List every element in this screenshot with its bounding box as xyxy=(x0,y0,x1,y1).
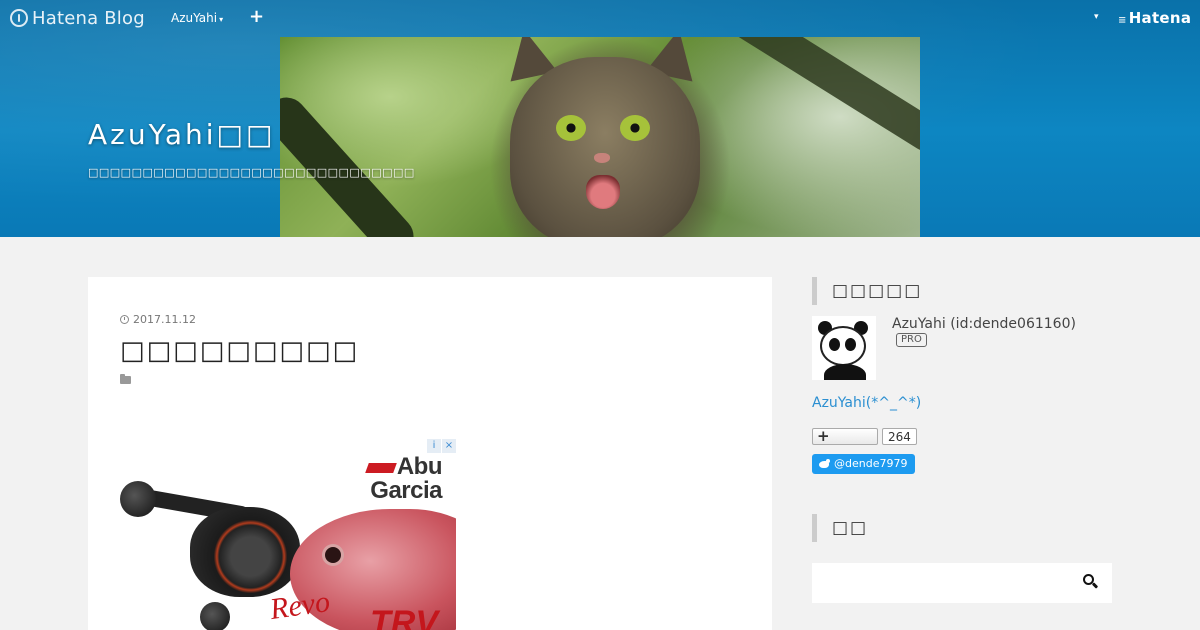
image-branch xyxy=(280,89,422,237)
search-icon-handle xyxy=(1091,582,1099,589)
hatena-brand-link[interactable]: ≡ Hatena xyxy=(1118,9,1191,27)
article-entry: 2017.11.12 □□□□□□□□□ Abu Garcia Revo TRV… xyxy=(88,277,772,630)
panda-body xyxy=(824,364,866,380)
ad-info-icon[interactable]: i xyxy=(427,439,441,453)
sidebar: □□□□□ AzuYahi (id:dende061160) PRO AzuYa… xyxy=(812,277,1112,603)
search-module: □□ xyxy=(812,514,1112,603)
blog-description: □□□□□□□□□□□□□□□□□□□□□□□□□□□□□□ xyxy=(88,166,415,179)
pro-badge[interactable]: PRO xyxy=(896,333,927,347)
blog-header: Hatena Blog AzuYahi ▾ + ▾ ≡ Hatena AzuYahi… xyxy=(0,0,1200,237)
ad-brand-line2: Garcia xyxy=(370,477,442,504)
logo-text: Hatena Blog xyxy=(32,7,145,29)
avatar[interactable] xyxy=(812,316,876,380)
brand-stripe xyxy=(365,462,397,473)
user-menu-label: AzuYahi xyxy=(171,11,218,25)
cat-eye xyxy=(556,115,586,141)
chevron-down-icon: ▾ xyxy=(219,15,224,24)
ad-controls: i × xyxy=(427,439,456,453)
hatena-logo-icon xyxy=(10,9,28,27)
ad-close-icon[interactable]: × xyxy=(442,439,456,453)
reel-knob xyxy=(120,481,156,517)
twitter-follow-button[interactable]: @dende7979 xyxy=(812,454,916,474)
reel-knob xyxy=(200,602,230,630)
search-button[interactable] xyxy=(1082,573,1102,593)
follow-widget: + 264 xyxy=(812,427,917,445)
chevron-down-icon[interactable]: ▾ xyxy=(1094,12,1099,22)
reel-body xyxy=(190,507,300,597)
profile-name[interactable]: AzuYahi (id:dende061160) xyxy=(892,316,1076,332)
ad-brand-logo: Abu Garcia xyxy=(365,453,443,504)
ad-product-text2: TRV xyxy=(370,604,438,630)
cat-nose xyxy=(594,153,610,163)
profile-heading: □□□□□ xyxy=(812,277,1112,305)
profile-link[interactable]: AzuYahi(*^_^*) xyxy=(812,395,921,411)
search-input[interactable] xyxy=(812,563,1072,603)
hatena-mark-icon: ≡ xyxy=(1118,15,1127,26)
global-nav-bar: Hatena Blog AzuYahi ▾ + ▾ ≡ Hatena xyxy=(0,0,1200,36)
hatena-blog-logo[interactable]: Hatena Blog xyxy=(10,7,145,29)
follow-button[interactable]: + xyxy=(812,427,878,445)
blog-title[interactable]: AzuYahi□□ xyxy=(88,118,275,151)
entry-date-text: 2017.11.12 xyxy=(133,313,196,326)
search-heading: □□ xyxy=(812,514,1112,542)
folder-icon xyxy=(120,374,131,384)
search-box xyxy=(812,563,1112,603)
cat-eye xyxy=(620,115,650,141)
panda-eye xyxy=(845,338,856,351)
panda-eye xyxy=(829,338,840,351)
user-menu[interactable]: AzuYahi ▾ xyxy=(171,11,223,25)
add-entry-button[interactable]: + xyxy=(249,6,264,27)
ad-brand-line1: Abu xyxy=(396,453,443,480)
header-cat-image xyxy=(280,37,920,237)
cat-head xyxy=(510,57,700,237)
entry-title[interactable]: □□□□□□□□□ xyxy=(120,336,359,366)
fish-eye xyxy=(325,547,341,563)
image-branch xyxy=(710,37,920,158)
twitter-handle: @dende7979 xyxy=(834,457,908,470)
entry-date[interactable]: 2017.11.12 xyxy=(120,313,196,326)
plus-icon: + xyxy=(817,427,830,445)
profile-module: □□□□□ AzuYahi (id:dende061160) PRO AzuYa… xyxy=(812,277,1112,474)
hatena-brand-label: Hatena xyxy=(1128,9,1192,27)
panda-face xyxy=(820,326,866,366)
follower-count[interactable]: 264 xyxy=(882,428,917,445)
clock-icon xyxy=(120,315,129,324)
ad-banner[interactable]: Abu Garcia Revo TRV i × xyxy=(120,439,456,630)
cat-mouth xyxy=(586,175,620,209)
twitter-bird-icon xyxy=(818,459,830,469)
